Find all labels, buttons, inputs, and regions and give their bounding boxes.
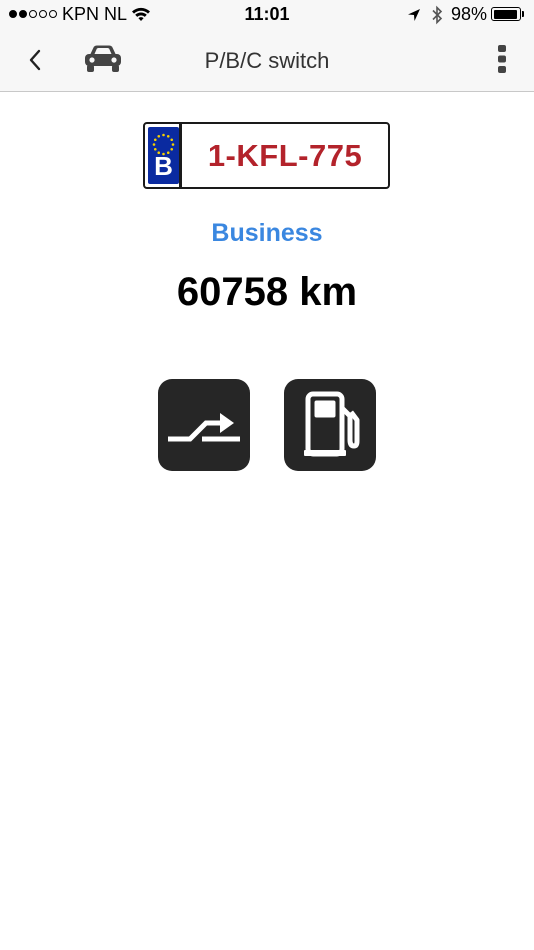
- usage-mode-label: Business: [211, 219, 323, 247]
- battery-percentage: 98%: [451, 4, 488, 24]
- switch-mode-button[interactable]: [158, 379, 250, 471]
- location-arrow-icon: [407, 7, 421, 27]
- bluetooth-icon: [431, 5, 443, 30]
- screen: KPN NL 11:01 98% P/B/C switch B 1-KFL-77…: [0, 0, 534, 950]
- vertical-dots-icon: [497, 44, 507, 79]
- fuel-button[interactable]: [284, 379, 376, 471]
- page-title: P/B/C switch: [204, 48, 330, 73]
- plate-number: 1-KFL-775: [207, 138, 363, 173]
- eu-star: [157, 134, 161, 138]
- license-plate: B 1-KFL-775: [143, 122, 390, 189]
- eu-star: [166, 134, 170, 138]
- odometer-reading: 60758 km: [176, 270, 358, 314]
- eu-star: [162, 133, 165, 137]
- eu-star: [153, 138, 157, 142]
- switch-arrow-icon: [162, 393, 246, 458]
- more-options-button[interactable]: [488, 42, 516, 80]
- navigation-bar: P/B/C switch: [0, 30, 534, 92]
- eu-star: [152, 143, 156, 146]
- battery-icon: [491, 7, 521, 21]
- fuel-pump-icon: [298, 386, 362, 465]
- country-code: B: [154, 151, 173, 181]
- battery-level: [493, 9, 518, 19]
- eu-star: [170, 138, 174, 142]
- status-bar: KPN NL 11:01 98%: [0, 0, 534, 30]
- eu-star: [171, 143, 175, 146]
- battery-tip: [522, 11, 524, 17]
- eu-band: B: [148, 127, 179, 184]
